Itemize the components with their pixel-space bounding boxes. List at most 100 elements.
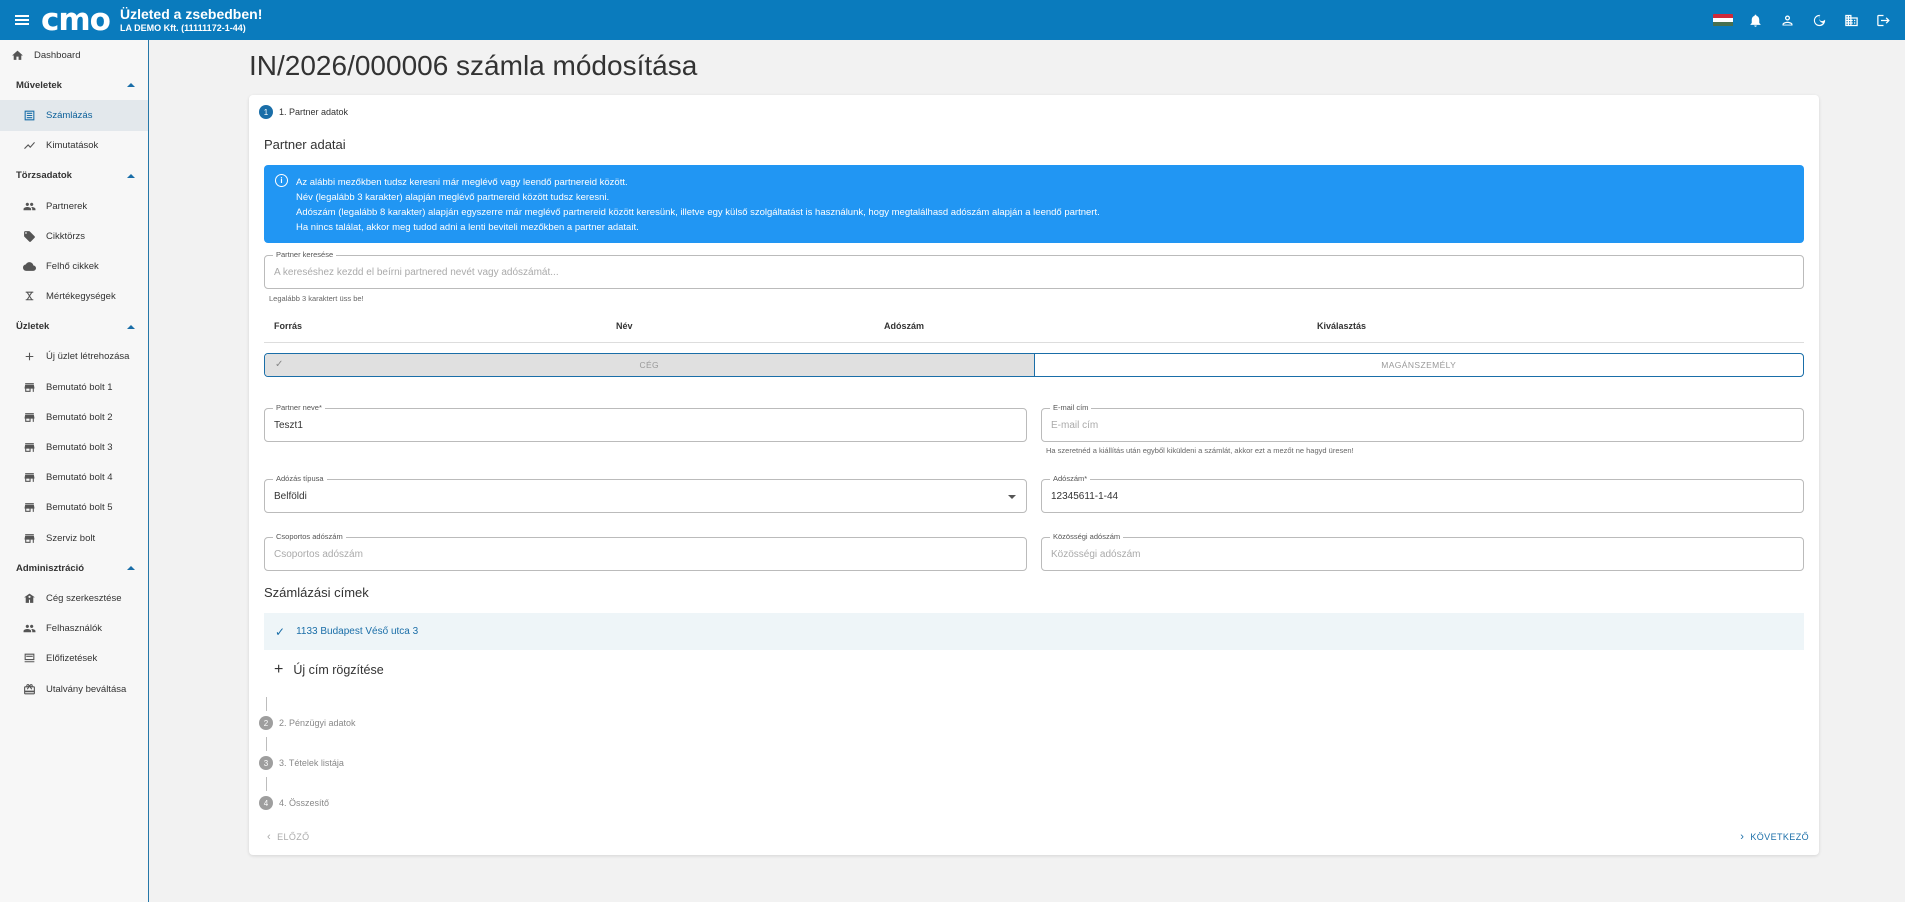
sidebar-item-cikktorzs[interactable]: Cikktörzs bbox=[0, 221, 148, 251]
step-summary[interactable]: 4 4. Összesítő bbox=[259, 796, 329, 810]
field-label: Csoportos adószám bbox=[273, 532, 346, 541]
sidebar-item-dashboard[interactable]: Dashboard bbox=[0, 40, 148, 70]
moon-icon bbox=[1813, 14, 1825, 26]
language-button[interactable] bbox=[1707, 0, 1739, 40]
sidebar: Dashboard Műveletek Számlázás Kimutatáso… bbox=[0, 40, 149, 902]
info-line: Adószám (legalább 8 karakter) alapján eg… bbox=[296, 207, 1100, 218]
email-input[interactable]: E-mail cím E-mail cím bbox=[1041, 403, 1804, 442]
company-switch-button[interactable] bbox=[1835, 0, 1867, 40]
next-button[interactable]: › KÖVETKEZŐ bbox=[1734, 831, 1809, 843]
results-table-header: Forrás Név Adószám Kiválasztás bbox=[264, 313, 1804, 343]
sidebar-item-label: Cikktörzs bbox=[46, 230, 86, 242]
column-header-kivalasztas: Kiválasztás bbox=[1317, 321, 1367, 331]
sidebar-item-label: Felhő cikkek bbox=[46, 260, 99, 272]
stepper-card: 1 1. Partner adatok Partner adatai i Az … bbox=[249, 95, 1819, 855]
sidebar-item-bolt-4[interactable]: Bemutató bolt 4 bbox=[0, 463, 148, 493]
sidebar-section-label: Törzsadatok bbox=[16, 170, 72, 182]
chevron-left-icon: ‹ bbox=[267, 831, 272, 843]
gift-card-icon bbox=[22, 682, 36, 696]
sidebar-item-bolt-3[interactable]: Bemutató bolt 3 bbox=[0, 432, 148, 462]
add-address-button[interactable]: + Új cím rögzítése bbox=[264, 658, 384, 682]
sidebar-item-szamlazas[interactable]: Számlázás bbox=[0, 100, 148, 131]
dark-mode-button[interactable] bbox=[1803, 0, 1835, 40]
subscription-icon bbox=[22, 652, 36, 666]
company-name: LA DEMO Kft. (11111172-1-44) bbox=[119, 23, 246, 33]
person-icon bbox=[1782, 15, 1792, 25]
partner-search-input[interactable]: Partner keresése A kereséshez kezdd el b… bbox=[264, 250, 1804, 289]
store-icon bbox=[22, 531, 36, 545]
sidebar-item-ceg-szerkesztese[interactable]: Cég szerkesztése bbox=[0, 583, 148, 613]
chevron-up-icon bbox=[127, 83, 135, 88]
sidebar-item-label: Kimutatások bbox=[46, 140, 99, 152]
previous-button[interactable]: ‹ ELŐZŐ bbox=[261, 831, 310, 843]
field-label: Partner keresése bbox=[273, 250, 337, 259]
sidebar-section-torzsadatok[interactable]: Törzsadatok bbox=[0, 161, 148, 191]
toggle-label: MAGÁNSZEMÉLY bbox=[1381, 360, 1457, 370]
sidebar-item-label: Számlázás bbox=[46, 109, 93, 121]
sidebar-item-label: Utalvány beváltása bbox=[46, 683, 127, 695]
notifications-button[interactable] bbox=[1739, 0, 1771, 40]
building-icon bbox=[1844, 14, 1858, 26]
sidebar-item-elofizetesek[interactable]: Előfizetések bbox=[0, 644, 148, 674]
sidebar-item-bolt-1[interactable]: Bemutató bolt 1 bbox=[0, 372, 148, 402]
step-number: 3 bbox=[259, 756, 273, 770]
sidebar-item-felho-cikkek[interactable]: Felhő cikkek bbox=[0, 251, 148, 281]
sidebar-section-muveletek[interactable]: Műveletek bbox=[0, 70, 148, 100]
check-icon: ✓ bbox=[275, 624, 286, 639]
step-items-list[interactable]: 3 3. Tételek listája bbox=[259, 756, 344, 770]
people-icon bbox=[22, 199, 36, 213]
sidebar-item-mertekegysegek[interactable]: Mértékegységek bbox=[0, 282, 148, 312]
tax-number-input[interactable]: Adószám* 12345611-1-44 bbox=[1041, 474, 1804, 513]
chevron-up-icon bbox=[127, 566, 135, 571]
partner-name-input[interactable]: Partner neve* Teszt1 bbox=[264, 403, 1027, 442]
menu-icon[interactable] bbox=[15, 15, 29, 25]
step-partner-data[interactable]: 1 1. Partner adatok bbox=[259, 105, 348, 119]
step-number: 2 bbox=[259, 716, 273, 730]
sidebar-item-partnerek[interactable]: Partnerek bbox=[0, 191, 148, 221]
sidebar-item-bolt-2[interactable]: Bemutató bolt 2 bbox=[0, 402, 148, 432]
toggle-ceg-button[interactable]: ✓ CÉG bbox=[265, 354, 1035, 376]
group-tax-number-input[interactable]: Csoportos adószám Csoportos adószám bbox=[264, 532, 1027, 571]
billing-address-item[interactable]: ✓ 1133 Budapest Véső utca 3 bbox=[264, 613, 1804, 650]
step-financial-data[interactable]: 2 2. Pénzügyi adatok bbox=[259, 716, 356, 730]
step-number: 4 bbox=[259, 796, 273, 810]
email-hint: Ha szeretnéd a kiállítás után egyből kik… bbox=[1046, 446, 1354, 455]
dropdown-arrow-icon bbox=[1008, 495, 1016, 499]
sidebar-item-szerviz-bolt[interactable]: Szerviz bolt bbox=[0, 523, 148, 553]
sidebar-item-felhasznalok[interactable]: Felhasználók bbox=[0, 614, 148, 644]
chevron-right-icon: › bbox=[1740, 831, 1745, 843]
plus-icon: + bbox=[274, 661, 284, 678]
step-label: 4. Összesítő bbox=[279, 798, 330, 808]
people-icon bbox=[22, 622, 36, 636]
partner-type-toggle: ✓ CÉG MAGÁNSZEMÉLY bbox=[264, 353, 1804, 377]
sidebar-section-adminisztracio[interactable]: Adminisztráció bbox=[0, 553, 148, 583]
sidebar-item-bolt-5[interactable]: Bemutató bolt 5 bbox=[0, 493, 148, 523]
field-placeholder: Közösségi adószám bbox=[1051, 549, 1141, 560]
field-value: 12345611-1-44 bbox=[1051, 491, 1119, 502]
sidebar-item-uj-uzlet[interactable]: Új üzlet létrehozása bbox=[0, 342, 148, 372]
step-label: 3. Tételek listája bbox=[279, 758, 344, 768]
column-header-nev: Név bbox=[616, 321, 633, 331]
field-label: Adózás típusa bbox=[273, 474, 327, 483]
profile-button[interactable] bbox=[1771, 0, 1803, 40]
page-title: IN/2026/000006 számla módosítása bbox=[249, 50, 698, 81]
toggle-maganszemely-button[interactable]: MAGÁNSZEMÉLY bbox=[1035, 354, 1804, 376]
sidebar-item-label: Bemutató bolt 4 bbox=[46, 472, 113, 484]
previous-label: ELŐZŐ bbox=[277, 832, 310, 842]
store-icon bbox=[22, 501, 36, 515]
field-label: Közösségi adószám bbox=[1050, 532, 1124, 541]
sidebar-item-label: Bemutató bolt 2 bbox=[46, 411, 113, 423]
domain-icon bbox=[22, 591, 36, 605]
tax-type-select[interactable]: Adózás típusa Belföldi bbox=[264, 474, 1027, 513]
sidebar-section-uzletek[interactable]: Üzletek bbox=[0, 312, 148, 342]
sidebar-item-label: Szerviz bolt bbox=[46, 532, 96, 544]
logout-button[interactable] bbox=[1867, 0, 1899, 40]
next-label: KÖVETKEZŐ bbox=[1750, 832, 1809, 842]
app-logo[interactable]: cmo bbox=[41, 4, 111, 36]
eu-tax-number-input[interactable]: Közösségi adószám Közösségi adószám bbox=[1041, 532, 1804, 571]
sidebar-item-label: Bemutató bolt 5 bbox=[46, 502, 113, 514]
sidebar-item-kimutatasok[interactable]: Kimutatások bbox=[0, 131, 148, 161]
field-label: E-mail cím bbox=[1050, 403, 1092, 412]
field-label: Partner neve* bbox=[273, 403, 325, 412]
sidebar-item-utalvany[interactable]: Utalvány beváltása bbox=[0, 674, 148, 704]
